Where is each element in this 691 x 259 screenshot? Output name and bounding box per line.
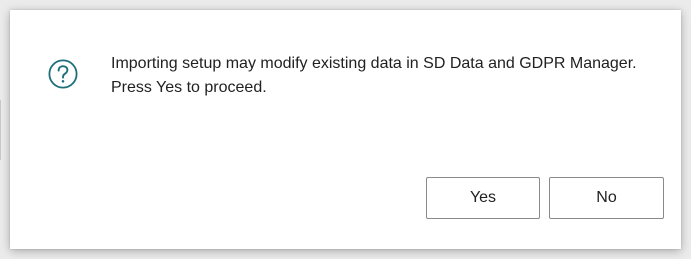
yes-button[interactable]: Yes bbox=[426, 177, 540, 219]
question-circle-icon bbox=[48, 59, 78, 89]
dialog-message: Importing setup may modify existing data… bbox=[111, 55, 637, 96]
confirm-dialog: Importing setup may modify existing data… bbox=[10, 10, 681, 249]
backdrop-divider bbox=[0, 100, 5, 160]
no-button[interactable]: No bbox=[549, 177, 664, 219]
